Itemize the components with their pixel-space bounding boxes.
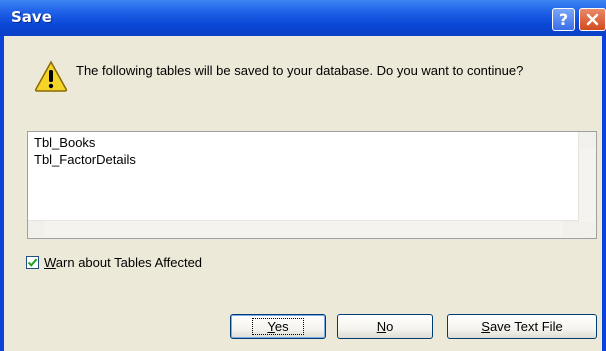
warning-icon [34,60,68,92]
window-title: Save [11,8,52,26]
no-button[interactable]: No [337,314,433,339]
help-button[interactable]: ? [552,8,575,31]
yes-button[interactable]: Yes [230,314,326,339]
list-item[interactable]: Tbl_FactorDetails [34,152,136,167]
yes-button-label: Yes [252,318,304,335]
scroll-left-arrow[interactable] [28,221,44,237]
close-button[interactable] [579,8,606,31]
save-text-file-label: Save Text File [481,319,563,334]
scroll-right-arrow[interactable] [563,221,579,237]
title-bar[interactable]: Save ? [0,0,606,36]
warn-tables-label: Warn about Tables Affected [44,255,203,270]
warn-tables-checkbox[interactable] [26,256,39,269]
help-icon: ? [558,10,569,29]
warn-tables-checkbox-row[interactable]: Warn about Tables Affected [26,255,202,270]
tables-listbox[interactable]: Tbl_Books Tbl_FactorDetails [27,131,597,239]
confirmation-message: The following tables will be saved to yo… [76,63,524,78]
scroll-up-arrow[interactable] [579,132,595,148]
save-dialog-window: Save ? The following tables will be save… [0,0,606,351]
close-icon [586,13,599,26]
save-text-file-button[interactable]: Save Text File [447,314,597,339]
no-button-label: No [376,319,394,334]
horizontal-scrollbar[interactable] [28,220,579,238]
checkmark-icon [27,258,38,267]
scroll-down-arrow[interactable] [579,222,595,238]
vertical-scrollbar[interactable] [578,132,596,238]
list-item[interactable]: Tbl_Books [34,135,95,150]
